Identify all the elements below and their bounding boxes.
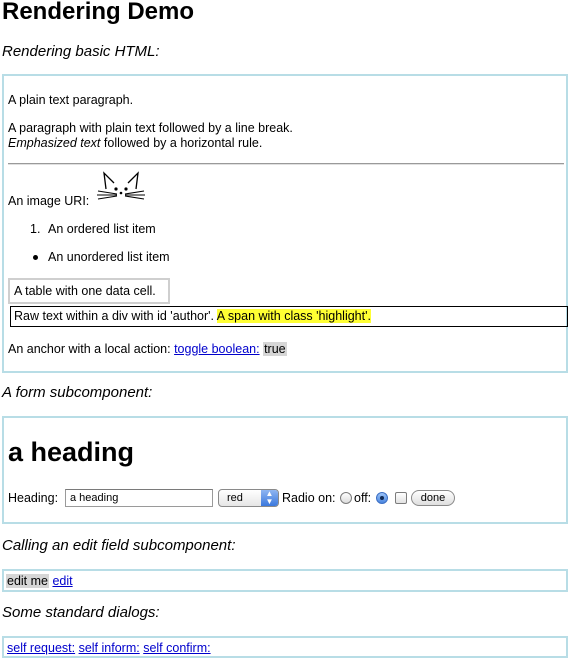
edit-link[interactable]: edit (52, 574, 72, 588)
radio-off[interactable] (376, 492, 388, 504)
done-button[interactable]: done (411, 490, 455, 506)
section-title-dialogs: Some standard dialogs: (2, 604, 160, 621)
self-confirm-link[interactable]: self confirm: (143, 641, 210, 655)
author-div: Raw text within a div with id 'author'. … (10, 306, 568, 327)
section-title-edit-field: Calling an edit field subcomponent: (2, 537, 236, 554)
toggle-boolean-link[interactable]: toggle boolean: (174, 342, 260, 356)
image-label: An image URI: (8, 194, 90, 208)
single-cell-table: A table with one data cell. (8, 278, 170, 304)
section-title-basic-html: Rendering basic HTML: (2, 43, 160, 60)
highlight-span: A span with class 'highlight'. (216, 309, 371, 323)
author-text: Raw text within a div with id 'author'. (14, 309, 217, 323)
checkbox[interactable] (395, 492, 407, 504)
edit-field-line: edit me edit (6, 574, 73, 589)
dialogs-panel: self request: self inform: self confirm: (2, 636, 568, 658)
section-title-form: A form subcomponent: (2, 384, 153, 401)
radio-on-label: Radio on: (282, 491, 336, 505)
emphasis-line: Emphasized text followed by a horizontal… (8, 136, 262, 151)
anchor-label: An anchor with a local action: (8, 342, 175, 356)
author-line: Raw text within a div with id 'author'. … (14, 309, 371, 324)
anchor-line: An anchor with a local action: toggle bo… (8, 342, 287, 357)
plain-paragraph: A plain text paragraph. (8, 93, 134, 107)
horizontal-rule (8, 163, 564, 165)
page-title: Rendering Demo (2, 0, 195, 25)
emphasized-text: Emphasized text (8, 136, 101, 150)
self-inform-link[interactable]: self inform: (79, 641, 140, 655)
ordered-list-item: An ordered list item (48, 222, 156, 236)
table-cell: A table with one data cell. (14, 284, 156, 298)
form-heading: a heading (8, 437, 135, 467)
cat-face-icon (97, 171, 145, 200)
unordered-list-item: An unordered list item (48, 250, 170, 264)
color-select-value: red (227, 492, 243, 504)
dialog-links: self request: self inform: self confirm: (7, 641, 211, 656)
heading-input[interactable]: a heading (65, 489, 213, 507)
radio-off-label: off: (354, 491, 372, 505)
form-panel: a heading Heading: a heading red ▲ ▼ Radi… (2, 416, 568, 524)
basic-html-panel: A plain text paragraph. A paragraph with… (2, 74, 568, 373)
ordered-list-marker: 1. (30, 222, 41, 236)
heading-field-label: Heading: (8, 491, 59, 505)
radio-on[interactable] (340, 492, 352, 504)
color-select[interactable]: red ▲ ▼ (218, 489, 279, 507)
self-request-link[interactable]: self request: (7, 641, 75, 655)
edit-field-panel: edit me edit (2, 569, 568, 592)
line-break-paragraph: A paragraph with plain text followed by … (8, 121, 293, 135)
updown-arrows-icon: ▲ ▼ (261, 490, 278, 506)
hr-followup-text: followed by a horizontal rule. (100, 136, 263, 150)
edit-field-value: edit me (6, 574, 49, 588)
bullet-icon (33, 255, 38, 260)
boolean-value: true (263, 342, 287, 356)
